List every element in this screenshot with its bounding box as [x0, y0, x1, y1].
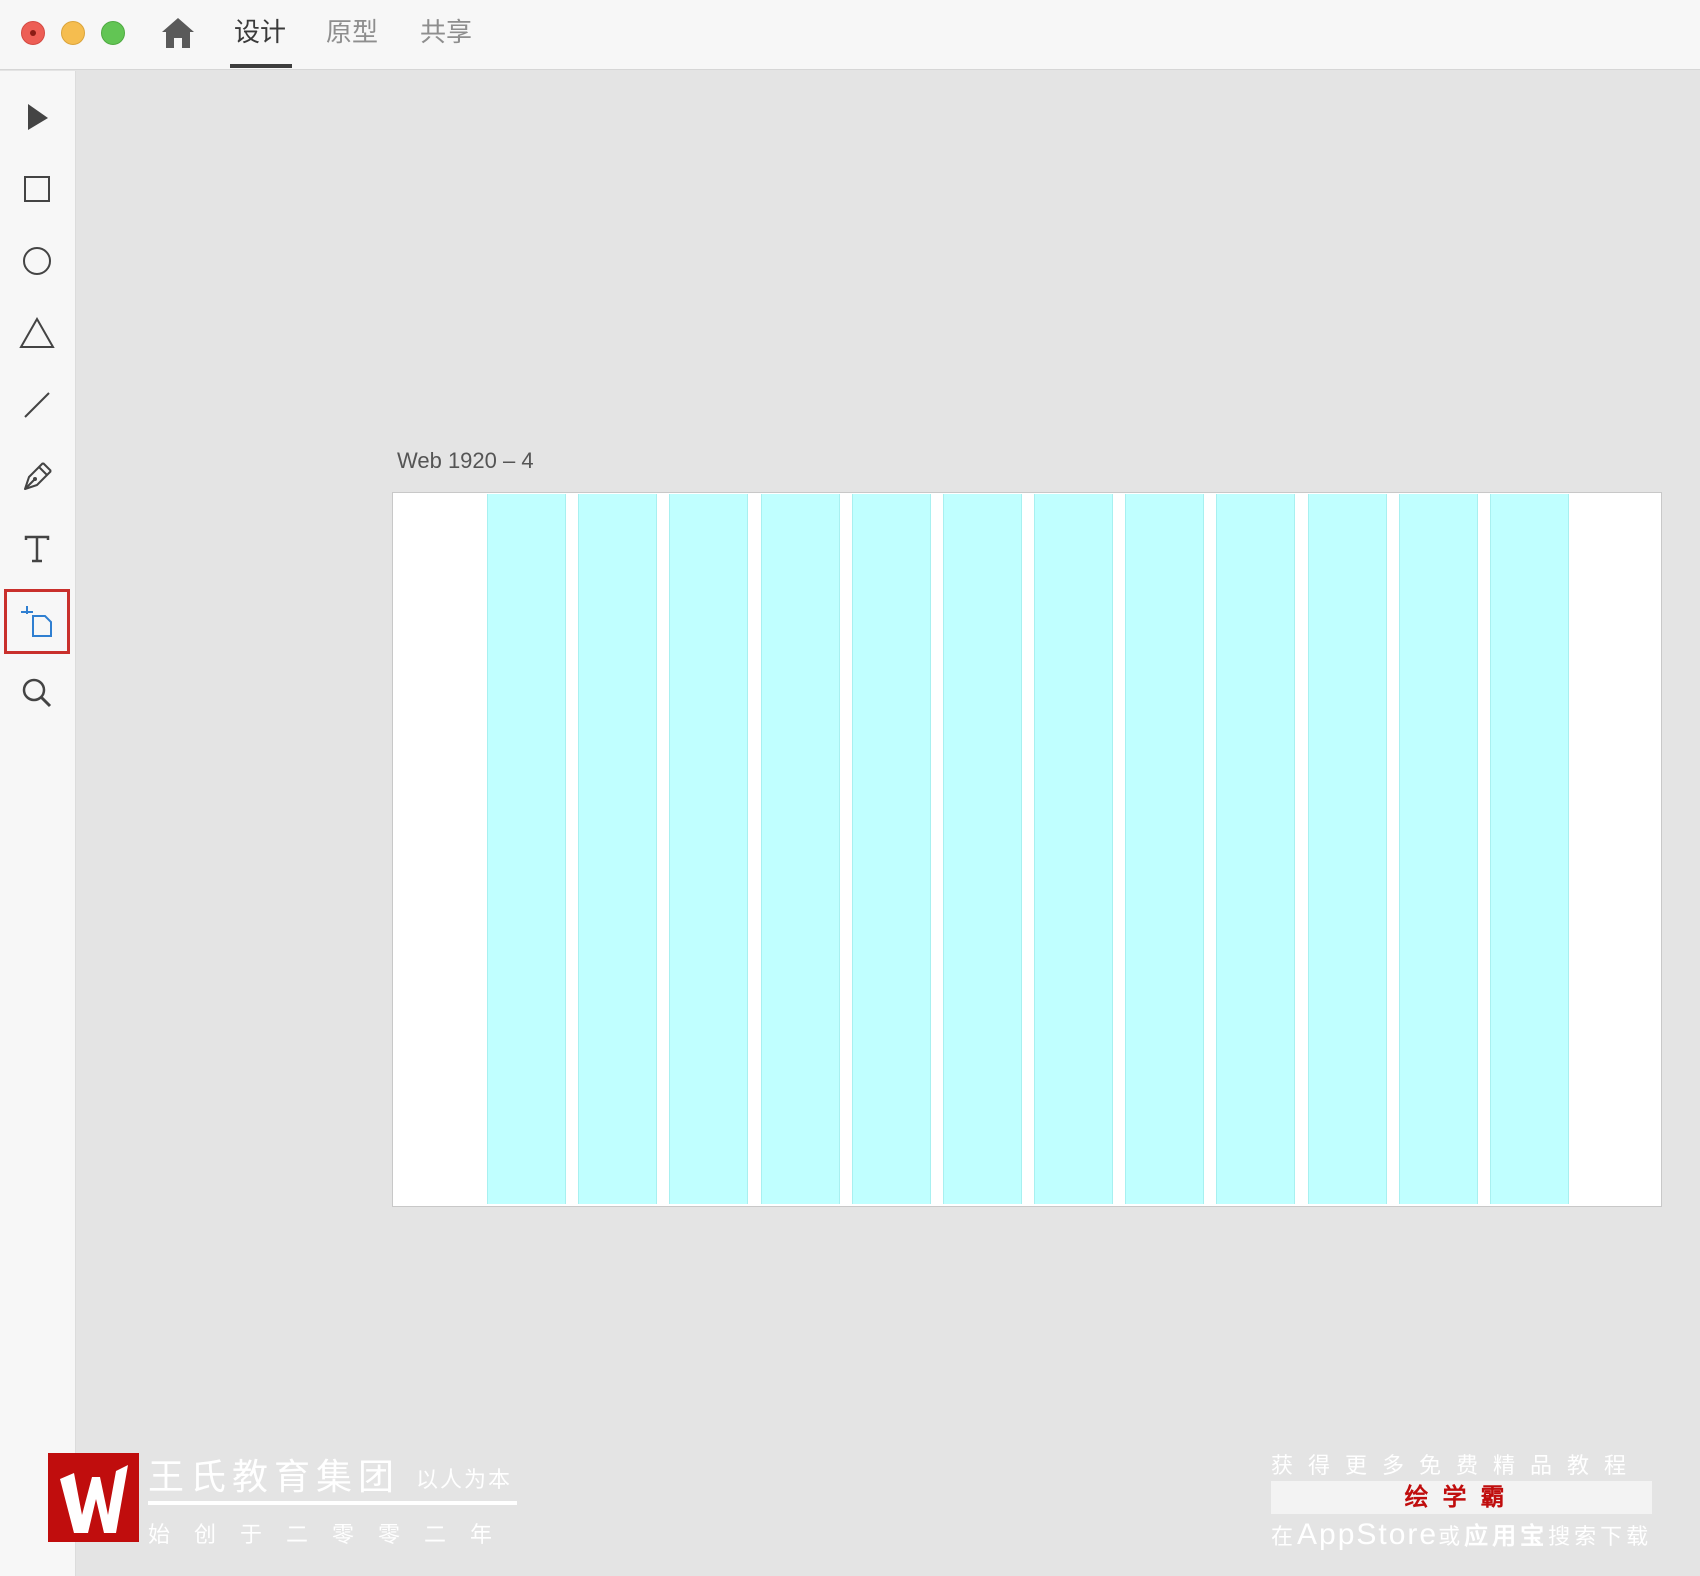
promo-tagline: 获得更多免费精品教程: [1271, 1453, 1642, 1478]
promo-download: 在AppStore或应用宝搜索下载: [1271, 1516, 1661, 1552]
promo-brand: 绘学霸: [1271, 1481, 1652, 1514]
brand-divider: [148, 1501, 517, 1505]
line-icon: [24, 392, 50, 418]
pen-tool[interactable]: [16, 456, 58, 498]
active-tab-indicator: [230, 64, 292, 68]
grid-column: [760, 494, 840, 1204]
artboard-tool[interactable]: [4, 589, 70, 654]
artboard-title[interactable]: Web 1920 – 4: [397, 448, 534, 474]
grid-column: [578, 494, 658, 1204]
wangshi-logo: [48, 1453, 139, 1542]
promo-store: AppStore: [1297, 1518, 1439, 1551]
rectangle-icon: [24, 176, 50, 202]
text-tool[interactable]: [16, 528, 58, 570]
grid-column: [487, 494, 567, 1204]
tab-design[interactable]: 设计: [234, 14, 286, 54]
grid-column: [1034, 494, 1114, 1204]
line-tool[interactable]: [16, 384, 58, 426]
search-icon: [22, 678, 52, 708]
ellipse-tool[interactable]: [16, 240, 58, 282]
artboard-canvas[interactable]: [392, 492, 1662, 1207]
maximize-window-button[interactable]: [101, 21, 125, 45]
zoom-tool[interactable]: [16, 672, 58, 714]
tool-panel: [0, 71, 76, 1576]
pen-icon: [24, 462, 52, 490]
grid-column: [851, 494, 931, 1204]
grid-column: [942, 494, 1022, 1204]
title-bar: 设计 原型 共享: [0, 0, 1700, 70]
grid-column: [1398, 494, 1478, 1204]
rectangle-tool[interactable]: [16, 168, 58, 210]
promo-app: 应用宝: [1464, 1523, 1549, 1550]
tab-share[interactable]: 共享: [420, 14, 472, 54]
promo-or: 或: [1438, 1524, 1465, 1549]
grid-column: [669, 494, 749, 1204]
grid-column: [1216, 494, 1296, 1204]
grid-column: [1307, 494, 1387, 1204]
artboard-icon: [21, 605, 52, 637]
promo-post: 搜索下载: [1548, 1524, 1653, 1549]
minimize-window-button[interactable]: [61, 21, 85, 45]
select-tool[interactable]: [16, 96, 58, 138]
text-icon: [24, 535, 50, 563]
brand-founded: 始创于二零零二年: [148, 1522, 517, 1547]
brand-motto: 以人为本: [416, 1467, 513, 1492]
ellipse-icon: [23, 247, 51, 275]
grid-column: [1125, 494, 1205, 1204]
brand-name: 王氏教育集团: [148, 1456, 401, 1497]
triangle-icon: [19, 317, 55, 348]
promo-pre: 在: [1271, 1524, 1298, 1549]
grid-column: [1489, 494, 1569, 1204]
w-logo-icon: [60, 1465, 128, 1533]
home-icon[interactable]: [160, 16, 196, 50]
arrow-pointer-icon: [28, 104, 48, 130]
close-window-button[interactable]: [21, 21, 45, 45]
polygon-tool[interactable]: [16, 312, 58, 354]
tab-prototype[interactable]: 原型: [326, 14, 378, 54]
